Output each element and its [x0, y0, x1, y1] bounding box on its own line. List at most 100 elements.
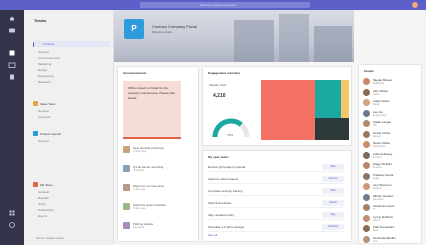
person-role: Sales: [373, 92, 380, 96]
person-row[interactable]: Lidia Holloway Product: [363, 151, 421, 161]
news-meta: 2 days ago: [133, 188, 146, 191]
news-item[interactable]: Welcome our new hires 2 days ago: [123, 183, 183, 193]
news-item[interactable]: New benefits portal live 2 hours ago: [123, 145, 183, 155]
avatar: [363, 183, 370, 190]
channel-item[interactable]: General: [38, 50, 49, 54]
person-role: IT: [373, 208, 376, 211]
avatar: [363, 120, 370, 127]
teams-icon[interactable]: [8, 50, 16, 56]
building-graphic: [279, 14, 309, 62]
user-avatar[interactable]: [412, 2, 418, 8]
task-action-button[interactable]: Schedule: [322, 224, 344, 230]
news-item[interactable]: Wellness week schedule 3 days ago: [123, 202, 183, 212]
team-sales[interactable]: Sales Team: [40, 102, 56, 106]
channel-item[interactable]: Research: [38, 80, 51, 84]
task-text: Submit timesheet: [208, 201, 232, 205]
metric-value: 4,210: [213, 93, 226, 99]
channel-item[interactable]: General: [38, 139, 49, 143]
person-role: Legal: [373, 176, 380, 180]
channel-item[interactable]: General: [38, 109, 49, 113]
channel-item[interactable]: Accounts: [38, 115, 50, 119]
chat-icon[interactable]: [8, 28, 16, 34]
person-role: Engineering: [373, 113, 387, 117]
channel-item[interactable]: Hiring: [38, 202, 46, 206]
channel-item[interactable]: Onboarding: [38, 208, 54, 212]
news-thumbnail: [123, 222, 130, 229]
person-row[interactable]: Henrietta Mueller Ops: [363, 235, 421, 245]
team-hr[interactable]: HR Team: [40, 183, 52, 187]
announcements-card: Announcements Office closed on Friday fo…: [117, 66, 199, 242]
person-row[interactable]: Megan Bowen Marketing: [363, 77, 421, 87]
avatar: [363, 99, 370, 106]
treemap-tile: [341, 80, 349, 118]
channel-item[interactable]: Marketing: [38, 62, 51, 66]
channel-item[interactable]: Engineering: [38, 74, 54, 78]
channel-item[interactable]: Events: [38, 214, 47, 218]
news-meta: Last week: [133, 226, 145, 229]
avatar: [363, 193, 370, 201]
person-row[interactable]: Pradeep Gupta Legal: [363, 172, 421, 182]
avatar: [363, 235, 370, 243]
person-row[interactable]: Lee Gu Engineering: [363, 109, 421, 119]
person-role: Marketing: [373, 82, 384, 85]
news-thumbnail: [123, 146, 130, 153]
person-role: Product: [373, 155, 382, 159]
files-icon[interactable]: [8, 74, 16, 80]
teams-header: Teams: [34, 18, 47, 23]
team-launch[interactable]: Product Launch: [40, 132, 61, 136]
avatar: [363, 141, 370, 148]
apps-icon[interactable]: [8, 210, 16, 216]
hero-subtitle: Welcome back: [152, 30, 172, 34]
person-row[interactable]: Alex Wilber Sales: [363, 88, 421, 98]
news-thumbnail: [123, 165, 130, 172]
card-title: Announcements: [123, 71, 147, 75]
calendar-icon[interactable]: [8, 62, 16, 68]
treemap-tile: [261, 80, 315, 140]
person-row[interactable]: Lynne Robbins Admin: [363, 214, 421, 224]
building-graphic: [314, 26, 352, 62]
person-role: Admin: [373, 218, 381, 222]
task-action-button[interactable]: Open: [322, 164, 344, 170]
news-item[interactable]: Parking update Last week: [123, 221, 183, 231]
join-team-link[interactable]: Join or create a team: [36, 236, 64, 240]
gauge-label: 72%: [227, 133, 234, 137]
person-row[interactable]: Isaiah Langer HR: [363, 119, 421, 129]
task-row: Review Q3 budget proposal Open: [208, 163, 346, 172]
person-row[interactable]: Johanna Lorenz IT: [363, 203, 421, 213]
channel-item[interactable]: Benefits: [38, 196, 49, 200]
channel-item[interactable]: Announcements: [38, 56, 60, 60]
news-item[interactable]: Q3 all-hands recording Yesterday: [123, 164, 183, 174]
search-box[interactable]: Search or type a command: [140, 2, 310, 8]
person-row[interactable]: Grady Archie Design: [363, 130, 421, 140]
person-row[interactable]: Diego Siciliani Finance: [363, 161, 421, 171]
activity-icon[interactable]: [8, 16, 16, 22]
see-all-link[interactable]: See all: [208, 233, 217, 237]
task-action-button[interactable]: Start: [322, 188, 344, 194]
task-text: Review Q3 budget proposal: [208, 165, 246, 169]
task-row: Approve travel request Approve: [208, 175, 346, 184]
task-action-button[interactable]: Approve: [322, 176, 344, 182]
person-row[interactable]: Patti Fernandez Exec: [363, 224, 421, 234]
hero-banner: P Contoso Company Portal Welcome back: [114, 10, 354, 62]
person-name: Johanna Lorenz: [373, 204, 395, 208]
task-text: Sign updated policy: [208, 213, 235, 217]
task-action-button[interactable]: Submit: [322, 200, 344, 206]
person-role: Support: [373, 187, 382, 190]
title-bar: Search or type a command: [0, 0, 426, 10]
task-action-button[interactable]: Sign: [322, 212, 344, 218]
person-row[interactable]: Miriam Graham Research: [363, 193, 421, 203]
team-contoso[interactable]: Contoso: [34, 41, 110, 47]
portal-logo-icon: P: [124, 19, 144, 39]
tasks-card: My open tasks Review Q3 budget proposal …: [202, 150, 352, 242]
person-row[interactable]: Joni Sherman Support: [363, 182, 421, 192]
channel-item[interactable]: Design: [38, 68, 47, 72]
person-row[interactable]: Nestor Wilke Operations: [363, 140, 421, 150]
help-icon[interactable]: [8, 222, 16, 228]
task-text: Complete security training: [208, 189, 243, 193]
channel-item[interactable]: General: [38, 190, 49, 194]
task-row: Submit timesheet Submit: [208, 199, 346, 208]
metrics-card: Engagement summary Weekly visits 4,210 7…: [202, 66, 352, 146]
alert-notice[interactable]: Office closed on Friday for the quarterl…: [123, 81, 181, 139]
metric-label: Weekly visits: [209, 83, 227, 87]
person-row[interactable]: Adele Vance Retail: [363, 98, 421, 108]
